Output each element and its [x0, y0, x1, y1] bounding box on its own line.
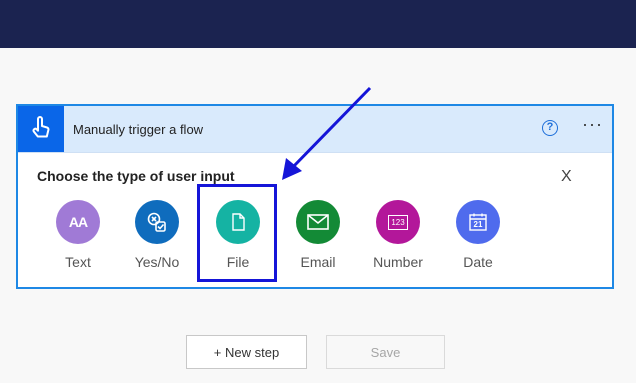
new-step-button[interactable]: + New step	[186, 335, 307, 369]
annotation-arrow	[282, 86, 372, 180]
save-button[interactable]: Save	[326, 335, 445, 369]
